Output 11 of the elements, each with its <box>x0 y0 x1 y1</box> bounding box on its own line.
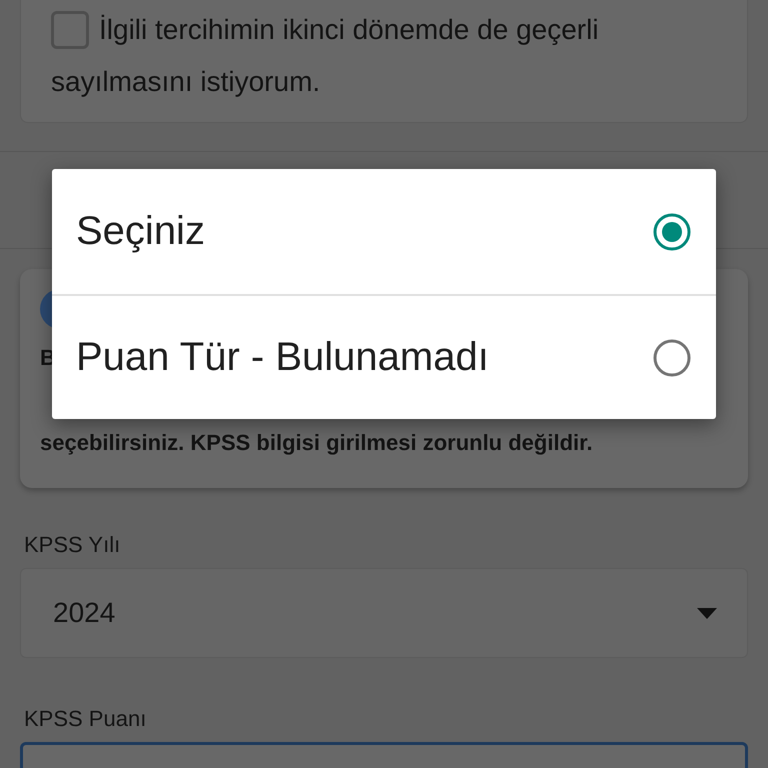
field-label: KPSS Yılı <box>23 532 122 558</box>
radio-button[interactable] <box>652 212 692 252</box>
info-text: seçebilirsiniz. KPSS bilgisi girilmesi zorunlu değildir. <box>40 429 594 457</box>
field-label: KPSS Puanı <box>23 706 148 732</box>
option-item[interactable]: Seçiniz <box>52 169 716 294</box>
checkbox[interactable] <box>51 11 89 49</box>
dropdown-caret-icon <box>697 608 717 618</box>
consent-label: İlgili tercihimin ikinci dönemde de geçerli <box>99 13 599 47</box>
consent-label: sayılmasını istiyorum. <box>51 65 322 99</box>
radio-button[interactable] <box>652 338 692 378</box>
option-item[interactable]: Puan Tür - Bulunamadı <box>52 294 716 419</box>
